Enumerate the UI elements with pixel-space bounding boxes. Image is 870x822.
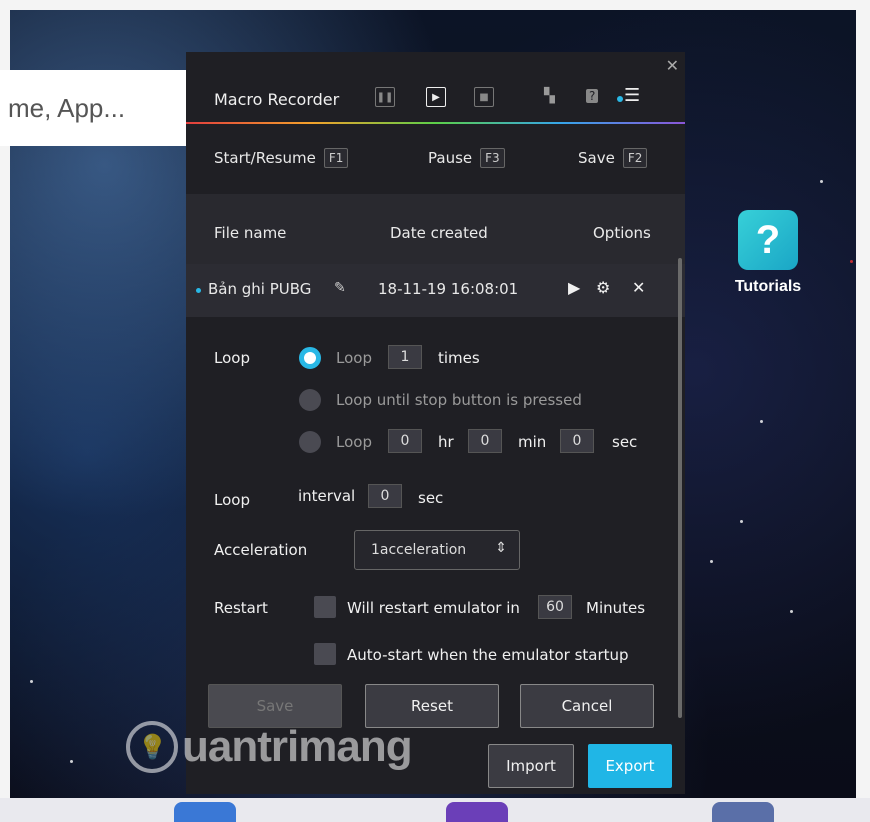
seconds-input[interactable]: 0 [560,429,594,453]
loop-duration-radio[interactable] [299,431,321,453]
dock-app-icon[interactable] [174,802,236,822]
edit-icon[interactable]: ✎ [334,280,346,296]
macro-file-list: File name Date created Options Bản ghi P… [186,194,685,317]
shortcut-label: Pause [428,149,473,167]
screen-edge-top [0,0,870,10]
shortcut-key: F3 [480,148,505,168]
import-button[interactable]: Import [488,744,574,788]
shortcut-label: Save [578,149,615,167]
shortcut-key: F1 [323,148,349,168]
column-header-date-created: Date created [390,224,488,242]
titlebar: Macro Recorder ❚❚ ▶ ■ ▚ ? ☰ [186,76,685,122]
screen-edge-right [856,0,870,822]
selected-dot [196,288,201,293]
acceleration-value: 1acceleration [371,542,467,558]
search-placeholder: me, App... [8,92,126,123]
list-menu-icon[interactable]: ☰ [624,85,640,106]
restart-text: Will restart emulator in [347,599,520,617]
dock-app-icon[interactable] [446,802,508,822]
interval-loop-label: Loop [214,491,250,509]
stop-record-button[interactable]: ■ [474,87,494,107]
column-header-file-name: File name [214,224,287,242]
play-record-button[interactable]: ▶ [426,87,446,107]
help-icon[interactable]: ? [586,89,599,103]
sec-label: sec [612,433,638,451]
tutorials-app-icon[interactable]: ? Tutorials [722,210,814,296]
minutes-label: Minutes [586,599,646,617]
question-mark-icon: ? [738,210,798,270]
interval-unit-label: sec [418,489,444,507]
loop-times-input[interactable]: 1 [388,345,422,369]
loop-until-stop-radio[interactable] [299,389,321,411]
notification-dot [617,96,623,102]
pause-record-button[interactable]: ❚❚ [375,87,395,107]
list-item[interactable]: Bản ghi PUBG ✎ 18-11-19 16:08:01 ▶ ⚙ ✕ [186,264,685,317]
loop-times-radio[interactable] [299,347,321,369]
dock-app-icon[interactable] [712,802,774,822]
export-button[interactable]: Export [588,744,672,788]
minutes-input[interactable]: 0 [468,429,502,453]
hr-label: hr [438,433,454,451]
column-header-options: Options [593,224,651,242]
window-title: Macro Recorder [214,90,340,109]
restart-label: Restart [214,599,268,617]
play-icon[interactable]: ▶ [568,278,580,297]
close-icon[interactable]: ✕ [666,56,679,75]
file-name: Bản ghi PUBG [208,280,312,298]
loop-until-stop-label: Loop until stop button is pressed [336,391,582,409]
shortcut-label: Start/Resume [214,149,316,167]
interval-input[interactable]: 0 [368,484,402,508]
search-input[interactable]: me, App... [0,70,186,146]
gear-icon[interactable]: ⚙ [596,278,610,297]
file-date: 18-11-19 16:08:01 [378,280,519,298]
restart-minutes-input[interactable]: 60 [538,595,572,619]
min-label: min [518,433,547,451]
loop-prefix-label: Loop [336,433,372,451]
hours-input[interactable]: 0 [388,429,422,453]
acceleration-label: Acceleration [214,541,308,559]
acceleration-select[interactable]: 1acceleration ⇕ [354,530,520,570]
loop-prefix-label: Loop [336,349,372,367]
restart-checkbox[interactable] [314,596,336,618]
app-icon-label: Tutorials [734,278,802,295]
watermark-text: uantrimang [182,722,413,771]
autostart-checkbox[interactable] [314,643,336,665]
macro-recorder-window: ✕ Macro Recorder ❚❚ ▶ ■ ▚ ? ☰ Start/Resu… [186,52,685,794]
pause-shortcut[interactable]: Pause F3 [428,148,505,168]
watermark: 💡 uantrimang [126,718,413,776]
save-shortcut[interactable]: Save F2 [578,148,648,168]
start-resume-shortcut[interactable]: Start/Resume F1 [214,148,349,168]
window-mode-icon[interactable]: ▚ [544,88,555,104]
interval-label: interval [298,487,356,505]
chevron-updown-icon: ⇕ [495,540,507,556]
loop-label: Loop [214,349,250,367]
shortcut-key: F2 [622,148,648,168]
times-label: times [438,349,480,367]
lightbulb-icon: 💡 [126,721,178,773]
delete-icon[interactable]: ✕ [632,278,645,297]
shortcut-bar: Start/Resume F1 Pause F3 Save F2 [186,124,685,194]
cancel-button[interactable]: Cancel [520,684,654,728]
autostart-label: Auto-start when the emulator startup [347,646,629,664]
macro-settings: Loop Loop 1 times Loop until stop button… [186,317,685,742]
